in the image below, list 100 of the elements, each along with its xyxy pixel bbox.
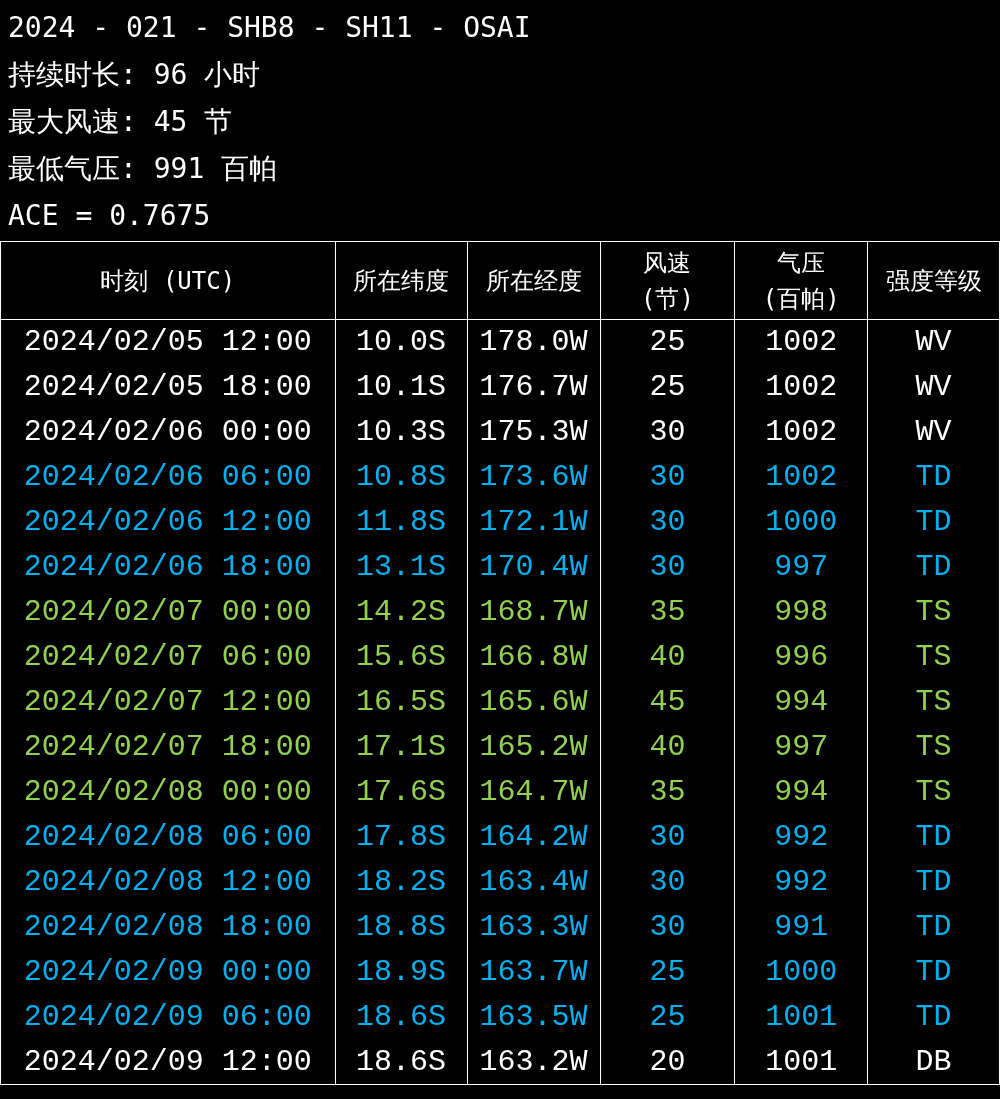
table-cell: 2024/02/06 06:00 <box>0 454 336 500</box>
table-cell: 2024/02/09 06:00 <box>0 994 336 1040</box>
table-cell: 25 <box>600 994 735 1040</box>
table-cell: 2024/02/05 18:00 <box>0 364 336 410</box>
table-cell: 30 <box>600 409 735 455</box>
table-cell: 2024/02/08 00:00 <box>0 769 336 815</box>
table-cell: 30 <box>600 859 735 905</box>
column-header: 风速 (节) <box>600 241 735 320</box>
table-cell: 30 <box>600 544 735 590</box>
table-cell: 1002 <box>734 364 868 410</box>
table-cell: 165.2W <box>467 724 600 770</box>
table-cell: 2024/02/07 18:00 <box>0 724 336 770</box>
table-cell: TS <box>867 724 1000 770</box>
table-cell: 30 <box>600 499 735 545</box>
table-cell: 2024/02/08 06:00 <box>0 814 336 860</box>
table-cell: 18.2S <box>335 859 468 905</box>
table-cell: 992 <box>734 814 868 860</box>
summary-line: 最大风速: 45 节 <box>8 104 234 140</box>
table-cell: TS <box>867 634 1000 680</box>
table-cell: 163.4W <box>467 859 600 905</box>
table-cell: 2024/02/05 12:00 <box>0 319 336 365</box>
table-cell: 1002 <box>734 454 868 500</box>
column-header: 时刻 (UTC) <box>0 241 336 320</box>
table-cell: 994 <box>734 679 868 725</box>
table-cell: 25 <box>600 319 735 365</box>
table-cell: 1000 <box>734 499 868 545</box>
table-cell: 13.1S <box>335 544 468 590</box>
table-cell: 168.7W <box>467 589 600 635</box>
table-cell: 18.8S <box>335 904 468 950</box>
table-cell: 35 <box>600 769 735 815</box>
table-cell: 1001 <box>734 994 868 1040</box>
table-cell: 2024/02/09 00:00 <box>0 949 336 995</box>
table-cell: TD <box>867 814 1000 860</box>
table-cell: 2024/02/08 18:00 <box>0 904 336 950</box>
table-cell: TS <box>867 589 1000 635</box>
table-cell: TD <box>867 904 1000 950</box>
table-cell: 30 <box>600 814 735 860</box>
table-cell: TD <box>867 859 1000 905</box>
table-cell: 2024/02/08 12:00 <box>0 859 336 905</box>
table-cell: 18.6S <box>335 1039 468 1085</box>
table-cell: 1002 <box>734 409 868 455</box>
table-cell: 14.2S <box>335 589 468 635</box>
table-cell: TD <box>867 949 1000 995</box>
table-cell: 1002 <box>734 319 868 365</box>
table-cell: 997 <box>734 544 868 590</box>
table-cell: 2024/02/06 18:00 <box>0 544 336 590</box>
table-cell: 1001 <box>734 1039 868 1085</box>
table-cell: 2024/02/06 12:00 <box>0 499 336 545</box>
table-cell: 997 <box>734 724 868 770</box>
table-cell: 998 <box>734 589 868 635</box>
table-cell: 10.3S <box>335 409 468 455</box>
table-cell: 18.6S <box>335 994 468 1040</box>
table-cell: 164.2W <box>467 814 600 860</box>
table-cell: 30 <box>600 904 735 950</box>
table-cell: 163.3W <box>467 904 600 950</box>
table-cell: WV <box>867 364 1000 410</box>
summary-line: ACE = 0.7675 <box>8 198 212 234</box>
table-cell: 170.4W <box>467 544 600 590</box>
table-cell: 40 <box>600 634 735 680</box>
table-cell: 17.6S <box>335 769 468 815</box>
table-cell: TD <box>867 499 1000 545</box>
table-cell: 35 <box>600 589 735 635</box>
table-cell: 10.8S <box>335 454 468 500</box>
table-cell: WV <box>867 409 1000 455</box>
column-header: 气压 (百帕) <box>734 241 868 320</box>
summary-line: 最低气压: 991 百帕 <box>8 151 279 187</box>
table-cell: 163.2W <box>467 1039 600 1085</box>
table-cell: TS <box>867 679 1000 725</box>
table-cell: 2024/02/07 12:00 <box>0 679 336 725</box>
table-cell: 25 <box>600 364 735 410</box>
table-cell: TD <box>867 454 1000 500</box>
table-cell: WV <box>867 319 1000 365</box>
table-cell: 172.1W <box>467 499 600 545</box>
table-cell: 178.0W <box>467 319 600 365</box>
table-cell: 2024/02/07 00:00 <box>0 589 336 635</box>
table-cell: 10.1S <box>335 364 468 410</box>
summary-line: 持续时长: 96 小时 <box>8 57 262 93</box>
table-cell: 164.7W <box>467 769 600 815</box>
column-header: 所在纬度 <box>335 241 468 320</box>
table-cell: 17.8S <box>335 814 468 860</box>
column-header: 所在经度 <box>467 241 600 320</box>
table-cell: 11.8S <box>335 499 468 545</box>
table-cell: DB <box>867 1039 1000 1085</box>
table-cell: 2024/02/07 06:00 <box>0 634 336 680</box>
table-cell: TS <box>867 769 1000 815</box>
table-cell: TD <box>867 994 1000 1040</box>
table-cell: 166.8W <box>467 634 600 680</box>
table-cell: 992 <box>734 859 868 905</box>
table-cell: 16.5S <box>335 679 468 725</box>
table-cell: 2024/02/06 00:00 <box>0 409 336 455</box>
table-cell: 165.6W <box>467 679 600 725</box>
table-cell: 10.0S <box>335 319 468 365</box>
column-header: 强度等级 <box>867 241 1000 320</box>
table-cell: 175.3W <box>467 409 600 455</box>
table-cell: 994 <box>734 769 868 815</box>
table-cell: 996 <box>734 634 868 680</box>
table-cell: 163.7W <box>467 949 600 995</box>
table-cell: 15.6S <box>335 634 468 680</box>
table-cell: 30 <box>600 454 735 500</box>
table-cell: 17.1S <box>335 724 468 770</box>
